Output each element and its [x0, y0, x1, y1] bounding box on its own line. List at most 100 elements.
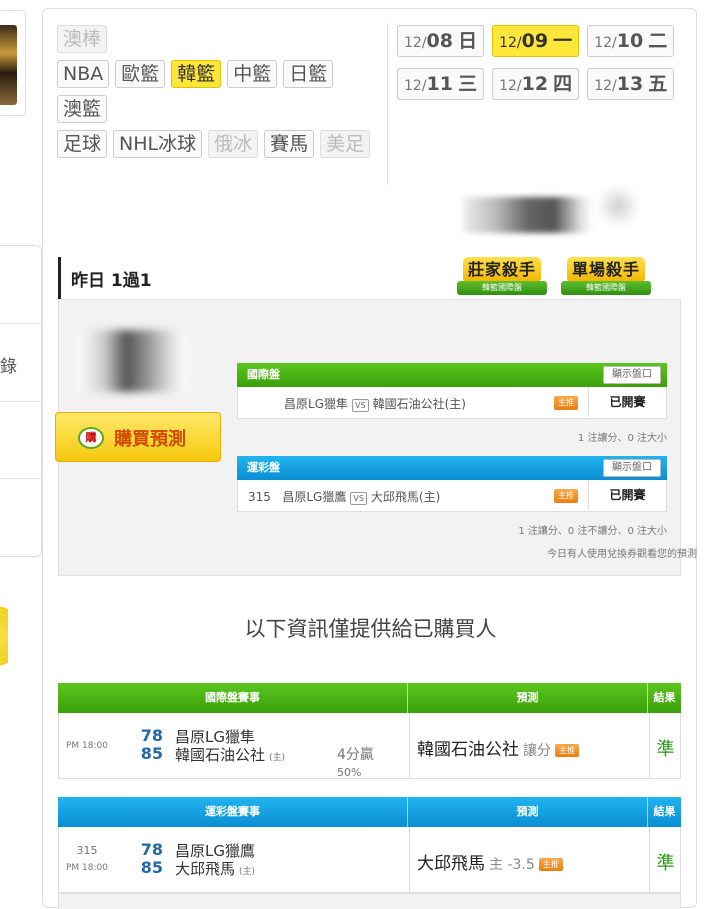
date-weekday: 二 — [648, 30, 668, 52]
date-day: 12 — [521, 73, 549, 95]
team-b: 大邱飛馬 — [175, 860, 236, 878]
date-button[interactable]: 12/13 五 — [587, 68, 675, 100]
home-mark: (主) — [239, 867, 256, 877]
home-mark: (主) — [269, 753, 286, 763]
date-weekday: 一 — [553, 30, 573, 52]
lottery-odds-panel: 運彩盤 顯示盤口 315 昌原LG獵鷹 VS 大邱飛馬(主) 主推 已開賽 1 注讓… — [237, 456, 697, 560]
match-id: 315 — [76, 844, 98, 857]
date-button[interactable]: 12/08 日 — [397, 25, 485, 57]
table-row: PM 18:00 78 85 昌原LG獵隼 韓國石油公社 (主) 4分贏 50% 韓… — [58, 713, 681, 779]
yesterday-record-title: 昨日 1過1 — [71, 271, 152, 291]
intl-match-row: 昌原LG獵隼 VS 韓國石油公社(主) 主推 已開賽 — [237, 387, 667, 419]
date-month: 12/ — [499, 35, 522, 51]
sport-tag[interactable]: 賽馬 — [264, 130, 315, 158]
intl-result-header: 國際盤賽事 預測 結果 — [58, 683, 681, 713]
intl-odds-panel: 國際盤 顯示盤口 昌原LG獵隼 VS 韓國石油公社(主) 主推 已開賽 1 注讓分、… — [237, 363, 667, 444]
score-b: 85 — [140, 744, 163, 763]
margin-percent: 50% — [337, 766, 362, 779]
avatar[interactable] — [0, 10, 26, 116]
result-mark: 準 — [656, 739, 675, 760]
prediction-team: 大邱飛馬 — [417, 854, 485, 874]
prediction-cell: 大邱飛馬主 -3.5 主推 — [417, 849, 563, 874]
lottery-odds-title: 運彩盤 — [247, 461, 280, 474]
sport-tag[interactable]: 澳棒 — [57, 25, 108, 53]
date-day: 13 — [616, 73, 644, 95]
team-b-wrap: 大邱飛馬 (主) — [175, 858, 255, 879]
col-event: 運彩盤賽事 — [58, 797, 408, 827]
main-pick-tag: 主推 — [555, 743, 579, 757]
col-prediction: 預測 — [408, 797, 648, 827]
badge-subtitle: 韓籃國際盤 — [457, 281, 547, 295]
prediction-team: 韓國石油公社 — [417, 740, 519, 760]
sport-tag[interactable]: 澳籃 — [57, 95, 108, 123]
main-pick-tag: 主推 — [538, 857, 563, 871]
intl-result-table: 國際盤賽事 預測 結果 PM 18:00 78 85 昌原LG獵隼 韓國石油公社… — [58, 683, 681, 779]
lottery-result-table: 運彩盤賽事 預測 結果 315 PM 18:00 78 85 昌原LG獵鷹 大邱… — [58, 797, 681, 893]
blurred-user-banner — [463, 197, 593, 233]
buy-prediction-button[interactable]: 購 購買預測 — [55, 412, 221, 462]
prediction-cell: 韓國石油公社 讓分 主推 — [417, 735, 579, 760]
dealer-killer-badge: 莊家殺手 韓籃國際盤 — [457, 255, 547, 301]
intl-match-text: 昌原LG獵隼 VS 韓國石油公社(主) — [284, 395, 466, 412]
prediction-area: 購 購買預測 國際盤 顯示盤口 昌原LG獵隼 VS 韓國石油公社(主) 主推 已開賽… — [55, 299, 697, 576]
date-day: 10 — [616, 30, 644, 52]
column-divider — [409, 713, 410, 779]
date-month: 12/ — [404, 35, 427, 51]
badge-title: 莊家殺手 — [463, 257, 541, 283]
date-button[interactable]: 12/10 二 — [587, 25, 675, 57]
match-id: 315 — [248, 490, 271, 504]
yesterday-record-header: 昨日 1過1 莊家殺手 韓籃國際盤 單場殺手 韓籃國際盤 — [58, 257, 681, 299]
sport-tag[interactable]: 歐籃 — [115, 60, 166, 88]
vs-icon: VS — [350, 492, 367, 505]
next-section-edge — [58, 893, 681, 909]
team-b: 大邱飛馬(主) — [370, 490, 441, 504]
date-month: 12/ — [404, 78, 427, 94]
sport-tag[interactable]: 中籃 — [227, 60, 278, 88]
result-mark: 準 — [656, 853, 675, 874]
main-pick-tag: 主推 — [554, 396, 578, 410]
sport-tag[interactable]: 美足 — [320, 130, 371, 158]
date-row: 12/08 日 12/09 一 12/10 二 — [397, 25, 687, 57]
sport-tag[interactable]: NBA — [57, 60, 110, 88]
match-status: 已開賽 — [588, 480, 666, 510]
margin-text: 4分贏 — [337, 747, 374, 763]
match-time: PM 18:00 — [66, 863, 108, 873]
left-sidebar: 錄 — [0, 0, 42, 904]
date-month: 12/ — [594, 78, 617, 94]
main-pick-tag: 主推 — [554, 489, 578, 503]
column-divider — [409, 827, 410, 893]
date-button[interactable]: 12/12 四 — [492, 68, 580, 100]
date-month: 12/ — [594, 35, 617, 51]
side-menu-item-label[interactable]: 錄 — [0, 352, 17, 377]
sport-tag[interactable]: 足球 — [57, 130, 108, 158]
voucher-note: 今日有人使用兌換券觀看您的預測 — [547, 549, 697, 560]
buy-prediction-label: 購買預測 — [114, 429, 186, 450]
side-menu-divider — [0, 401, 42, 402]
sport-tag[interactable]: 日籃 — [283, 60, 334, 88]
team-b-wrap: 韓國石油公社 (主) — [175, 744, 285, 765]
result-margin: 4分贏 50% — [337, 747, 374, 781]
sport-tag[interactable]: 俄冰 — [208, 130, 259, 158]
buy-coin-icon: 購 — [78, 427, 104, 449]
date-weekday: 四 — [553, 73, 573, 95]
match-status: 已開賽 — [588, 387, 666, 417]
date-day: 08 — [426, 30, 453, 52]
vs-icon: VS — [352, 399, 369, 412]
lottery-match-text: 315 昌原LG獵鷹 VS 大邱飛馬(主) — [248, 488, 440, 505]
prediction-type: 讓分 — [523, 743, 551, 759]
show-odds-button[interactable]: 顯示盤口 — [603, 366, 661, 384]
date-button[interactable]: 12/11 三 — [397, 68, 485, 100]
blurred-decoration — [598, 184, 638, 228]
date-row: 12/11 三 12/12 四 12/13 五 — [397, 68, 687, 100]
date-selector: 12/08 日 12/09 一 12/10 二 12/11 三 12/12 四 … — [397, 25, 687, 111]
show-odds-button[interactable]: 顯示盤口 — [603, 459, 661, 477]
sport-tag[interactable]: 韓籃 — [171, 60, 222, 88]
sport-filter: 澳棒 NBA 歐籃 韓籃 中籃 日籃 澳籃 足球 NHL冰球 俄冰 賽馬 美足 — [57, 25, 377, 165]
sport-row: 澳籃 — [57, 95, 377, 123]
match-time: PM 18:00 — [66, 741, 108, 751]
date-day: 09 — [521, 30, 549, 52]
date-month: 12/ — [499, 78, 522, 94]
date-button[interactable]: 12/09 一 — [492, 25, 580, 57]
sport-tag[interactable]: NHL冰球 — [113, 130, 203, 158]
intl-bet-count: 1 注讓分、0 注大小 — [577, 433, 667, 444]
